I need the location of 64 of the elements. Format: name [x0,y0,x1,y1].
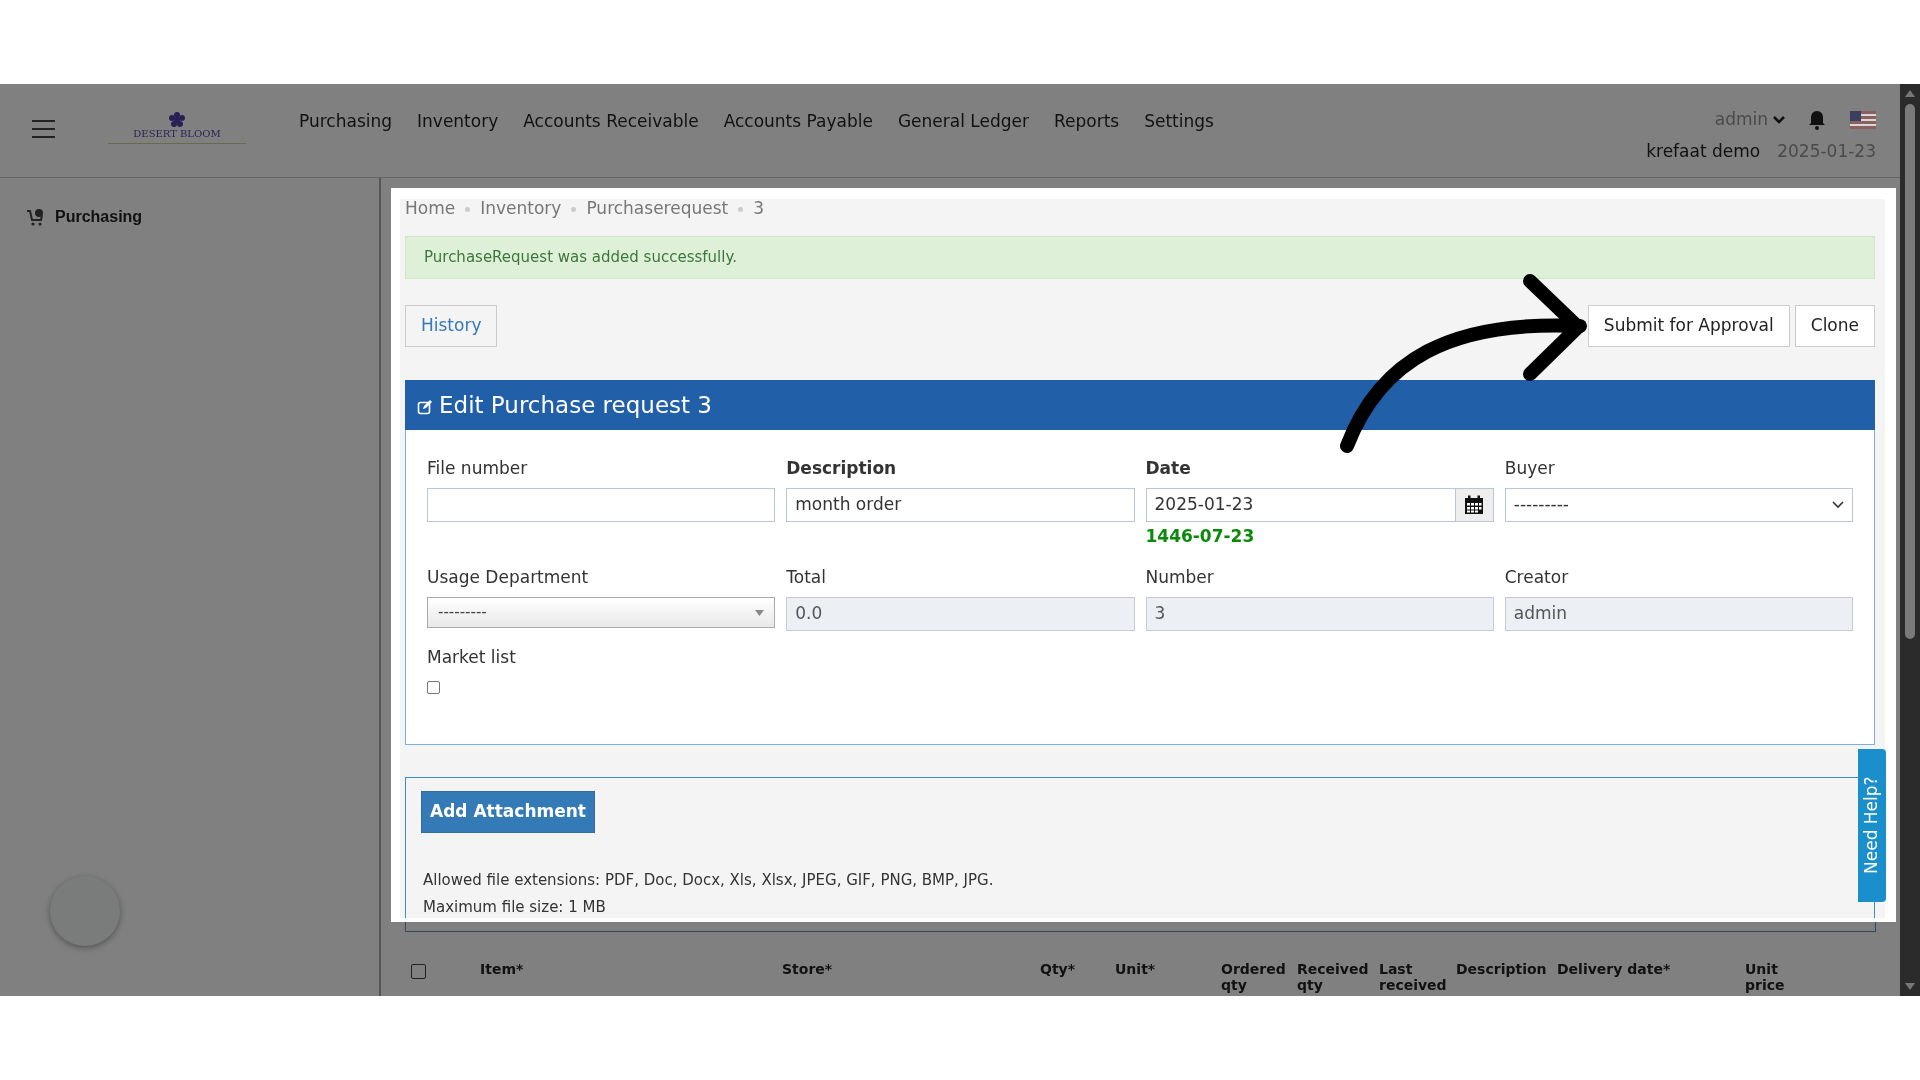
column-header: Last received [1379,960,1448,993]
cart-icon [26,207,45,227]
readonly-field: admin [1504,597,1853,631]
column-header: Qty* [1040,960,1077,977]
file-info-text: Allowed file extensions: PDF, Doc, Docx, Xls, Xlsx, JPEG, GIF, PNG, BMP, JPG. [423,870,995,891]
breadcrumb-link[interactable]: Inventory [480,196,562,222]
caret-icon [755,609,765,616]
file-info-text: Maximum file size: 1 MB [423,896,607,918]
checkbox[interactable] [427,681,440,694]
nav-link[interactable]: Settings [1144,109,1214,135]
input-field[interactable] [427,488,776,522]
add-attachment-button[interactable]: Add Attachment [421,791,595,833]
breadcrumb-link[interactable]: Home [405,196,456,222]
readonly-field: 0.0 [786,597,1135,631]
column-header: Unit price [1745,960,1786,993]
sidebar-item[interactable]: Purchasing [55,205,143,229]
field-label: Market list [427,647,516,667]
nav-link[interactable]: General Ledger [897,109,1029,135]
calendar-button[interactable] [1455,488,1494,522]
action-button[interactable]: Clone [1794,305,1875,347]
hijri-date: 1446-07-23 [1145,525,1256,548]
field-label: Creator [1504,567,1570,587]
nav-link[interactable]: Accounts Payable [723,109,873,135]
nav-link[interactable]: Purchasing [299,109,393,135]
nav-link[interactable]: Reports [1053,109,1120,135]
account-name: krefaat demo [1646,140,1761,163]
nav-link[interactable]: Inventory [417,109,499,135]
field-label: Number [1145,567,1215,587]
column-header: Description [1456,960,1548,977]
chevron-down-icon [1772,115,1786,125]
success-alert: PurchaseRequest was added successfully. [405,236,1875,279]
chevron-down-icon [1832,501,1844,509]
department-select[interactable]: --------- [427,597,776,628]
readonly-field: 3 [1145,597,1494,631]
field-label: Total [786,567,827,587]
field-label: File number [427,458,529,478]
buyer-select[interactable]: --------- [1504,488,1853,522]
breadcrumb-link[interactable]: Purchaserequest [586,196,729,222]
column-header: Store* [782,960,834,977]
flag-icon[interactable] [1850,111,1876,129]
field-label: Buyer [1504,458,1556,478]
bell-icon[interactable] [1808,110,1826,130]
select-all-checkbox[interactable] [411,963,426,979]
history-button[interactable]: History [405,305,498,347]
column-header: Delivery date* [1557,960,1672,977]
form-title: Edit Purchase request 3 [439,390,712,420]
nav-link[interactable]: Accounts Receivable [523,109,699,135]
scrollbar-drawing[interactable] [1900,84,1920,996]
column-header: Item* [480,960,525,977]
date-field[interactable]: 2025-01-23 [1145,488,1456,522]
field-label: Date [1145,458,1192,478]
input-field[interactable]: month order [786,488,1135,522]
calendar-icon [1464,495,1485,515]
edit-icon [417,399,433,415]
column-header: Ordered qty [1221,960,1287,993]
breadcrumb-current: 3 [753,197,765,221]
column-header: Received qty [1297,960,1370,993]
column-header: Unit* [1115,960,1157,977]
menu-icon[interactable] [32,120,55,138]
field-label: Description [786,458,898,478]
action-button[interactable]: Submit for Approval [1587,305,1790,347]
field-label: Usage Department [427,567,590,587]
logo[interactable]: DESERT BLOOM [108,112,246,144]
help-tab[interactable]: Need Help? [1858,749,1886,902]
